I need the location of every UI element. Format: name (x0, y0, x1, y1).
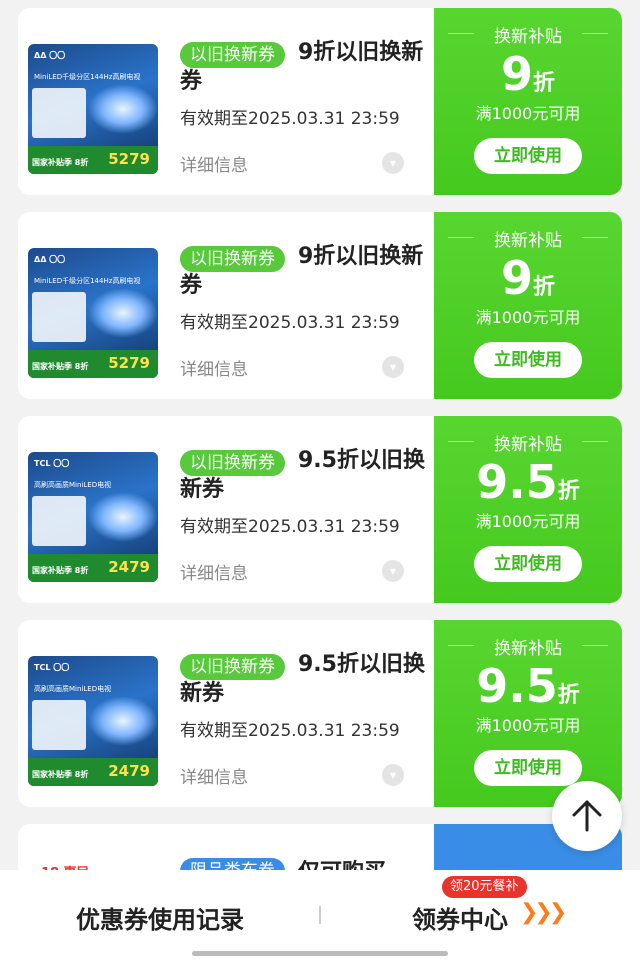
coupon-discount-panel: 换新补贴 9.5折 满1000元可用 立即使用 (434, 416, 622, 603)
product-thumbnail: TCL 〇〇 高刷高画质MiniLED电视 国家补贴季 8折 2479 (28, 452, 158, 582)
usage-condition: 满1000元可用 (475, 104, 581, 123)
scroll-to-top-button[interactable] (552, 781, 622, 851)
coupon-info: TCL 〇〇 高刷高画质MiniLED电视 国家补贴季 8折 2479 9.5折… (18, 620, 434, 807)
subsidy-title: 换新补贴 (434, 634, 622, 659)
coupon-info: ΔΔ 〇〇 MiniLED千级分区144Hz高刷电视 国家补贴季 8折 5279… (18, 212, 434, 399)
thumb-tv-title: 高刷高画质MiniLED电视 (34, 481, 112, 489)
thumb-price: 5279 (108, 150, 150, 168)
thumb-artwork (88, 84, 158, 134)
thumb-artwork (88, 288, 158, 338)
product-thumbnail: ΔΔ 〇〇 MiniLED千级分区144Hz高刷电视 国家补贴季 8折 5279 (28, 44, 158, 174)
thumb-subsidy: 国家补贴季 8折 (32, 362, 89, 371)
coupon-discount-panel: 换新补贴 9折 满1000元可用 立即使用 (434, 212, 622, 399)
product-thumbnail: TCL 〇〇 高刷高画质MiniLED电视 国家补贴季 8折 2479 (28, 656, 158, 786)
tab-divider (319, 906, 321, 924)
coupon-card[interactable]: TCL 〇〇 高刷高画质MiniLED电视 国家补贴季 8折 2479 9.5折… (18, 416, 622, 603)
thumb-brand: ΔΔ 〇〇 (34, 255, 66, 264)
detail-link[interactable]: 详细信息 (180, 355, 248, 380)
thumb-artwork (88, 492, 158, 542)
use-now-button[interactable]: 立即使用 (474, 342, 582, 378)
thumb-feature-box (32, 292, 86, 342)
coupon-tag: 以旧换新券 (180, 42, 285, 68)
thumb-brand: TCL 〇〇 (34, 663, 70, 672)
coupon-card[interactable]: ΔΔ 〇〇 MiniLED千级分区144Hz高刷电视 国家补贴季 8折 5279… (18, 8, 622, 195)
usage-condition: 满1000元可用 (475, 512, 581, 531)
detail-link[interactable]: 详细信息 (180, 559, 248, 584)
chevron-down-icon[interactable]: ▾ (382, 356, 404, 378)
thumb-subsidy: 国家补贴季 8折 (32, 566, 89, 575)
detail-link[interactable]: 详细信息 (180, 151, 248, 176)
coupon-tag: 以旧换新券 (180, 246, 285, 272)
chevron-down-icon[interactable]: ▾ (382, 152, 404, 174)
thumb-subsidy: 国家补贴季 8折 (32, 770, 89, 779)
thumb-feature-box (32, 496, 86, 546)
product-thumbnail: ΔΔ 〇〇 MiniLED千级分区144Hz高刷电视 国家补贴季 8折 5279 (28, 248, 158, 378)
coupon-expiry: 有效期至2025.03.31 23:59 (180, 313, 400, 333)
coupon-info: TCL 〇〇 高刷高画质MiniLED电视 国家补贴季 8折 2479 9.5折… (18, 416, 434, 603)
coupon-discount-panel: 换新补贴 9.5折 满1000元可用 立即使用 (434, 620, 622, 807)
coupon-expiry: 有效期至2025.03.31 23:59 (180, 721, 400, 741)
use-now-button[interactable]: 立即使用 (474, 546, 582, 582)
thumb-price: 2479 (108, 558, 150, 576)
thumb-feature-box (32, 88, 86, 138)
arrow-up-icon (572, 800, 602, 832)
usage-condition: 满1000元可用 (475, 308, 581, 327)
coupon-info: ΔΔ 〇〇 MiniLED千级分区144Hz高刷电视 国家补贴季 8折 5279… (18, 8, 434, 195)
coupon-center-tab[interactable]: 领券中心 (412, 900, 508, 935)
chevron-down-icon[interactable]: ▾ (382, 560, 404, 582)
subsidy-title: 换新补贴 (434, 226, 622, 251)
use-now-button[interactable]: 立即使用 (474, 750, 582, 786)
usage-condition: 满1000元可用 (475, 716, 581, 735)
coupon-tag: 以旧换新券 (180, 450, 285, 476)
chevron-right-icon: ❯❯❯ (520, 900, 567, 925)
coupon-card[interactable]: ΔΔ 〇〇 MiniLED千级分区144Hz高刷电视 国家补贴季 8折 5279… (18, 212, 622, 399)
bottom-bar: 优惠券使用记录 领20元餐补 领券中心 ❯❯❯ (0, 870, 640, 959)
coupon-tag: 以旧换新券 (180, 654, 285, 680)
thumb-brand: ΔΔ 〇〇 (34, 51, 66, 60)
coupon-expiry: 有效期至2025.03.31 23:59 (180, 109, 400, 129)
coupon-expiry: 有效期至2025.03.31 23:59 (180, 517, 400, 537)
coupon-discount-panel: 换新补贴 9折 满1000元可用 立即使用 (434, 8, 622, 195)
use-now-button[interactable]: 立即使用 (474, 138, 582, 174)
meal-subsidy-badge: 领20元餐补 (442, 876, 527, 898)
thumb-tv-title: MiniLED千级分区144Hz高刷电视 (34, 73, 141, 81)
coupon-history-tab[interactable]: 优惠券使用记录 (0, 900, 320, 935)
thumb-price: 5279 (108, 354, 150, 372)
subsidy-title: 换新补贴 (434, 22, 622, 47)
thumb-tv-title: MiniLED千级分区144Hz高刷电视 (34, 277, 141, 285)
subsidy-title: 换新补贴 (434, 430, 622, 455)
home-indicator (192, 951, 448, 956)
thumb-feature-box (32, 700, 86, 750)
thumb-subsidy: 国家补贴季 8折 (32, 158, 89, 167)
detail-link[interactable]: 详细信息 (180, 763, 248, 788)
chevron-down-icon[interactable]: ▾ (382, 764, 404, 786)
thumb-artwork (88, 696, 158, 746)
thumb-brand: TCL 〇〇 (34, 459, 70, 468)
thumb-price: 2479 (108, 762, 150, 780)
thumb-tv-title: 高刷高画质MiniLED电视 (34, 685, 112, 693)
coupon-card[interactable]: TCL 〇〇 高刷高画质MiniLED电视 国家补贴季 8折 2479 9.5折… (18, 620, 622, 807)
